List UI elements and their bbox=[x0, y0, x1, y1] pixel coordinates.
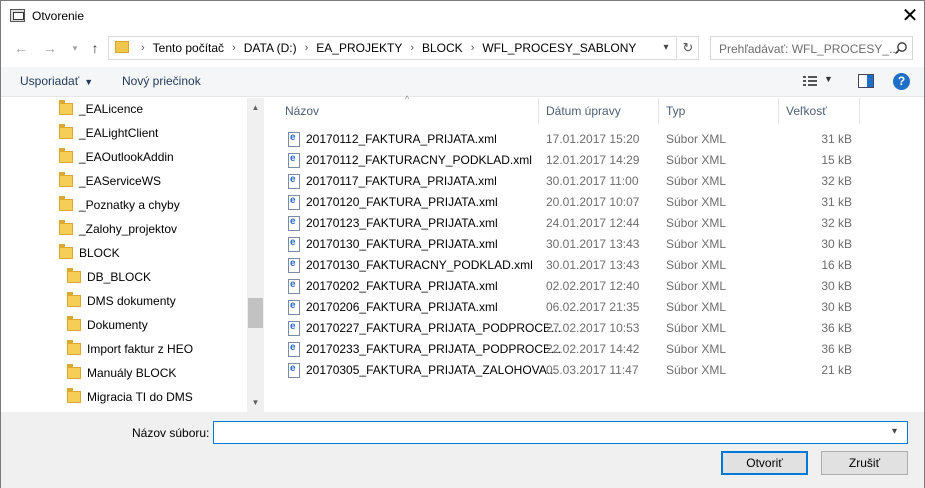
breadcrumb-item[interactable]: BLOCK bbox=[422, 41, 463, 55]
folder-icon bbox=[59, 196, 73, 211]
dialog-window-icon bbox=[10, 9, 25, 22]
xml-file-icon bbox=[288, 195, 300, 210]
xml-file-icon bbox=[288, 174, 300, 189]
xml-file-icon bbox=[288, 363, 300, 378]
tree-item[interactable]: _EALicence bbox=[59, 98, 143, 120]
breadcrumb-item[interactable]: Tento počítač bbox=[153, 41, 224, 55]
chevron-down-icon: ▼ bbox=[84, 77, 94, 87]
tree-item[interactable]: DMS dokumenty bbox=[67, 290, 176, 312]
column-header-type[interactable]: Typ bbox=[659, 98, 779, 124]
file-row[interactable]: 20170117_FAKTURA_PRIJATA.xml30.01.2017 1… bbox=[281, 171, 861, 192]
xml-file-icon bbox=[288, 153, 300, 168]
recent-locations-chevron-icon[interactable]: ▾ bbox=[66, 39, 84, 57]
scroll-up-icon[interactable]: ▲ bbox=[247, 100, 264, 116]
tree-item[interactable]: _EAOutlookAddin bbox=[59, 146, 174, 168]
cancel-button[interactable]: Zrušiť bbox=[821, 451, 908, 475]
xml-file-icon bbox=[288, 216, 300, 231]
window-title: Otvorenie bbox=[32, 9, 85, 23]
folder-icon bbox=[67, 268, 81, 283]
folder-icon bbox=[67, 388, 81, 403]
filename-dropdown-icon[interactable]: ▾ bbox=[892, 426, 897, 437]
breadcrumb-item[interactable]: WFL_PROCESY_SABLONY bbox=[482, 41, 636, 55]
close-icon[interactable]: ✕ bbox=[900, 5, 920, 27]
search-icon[interactable] bbox=[894, 41, 908, 55]
view-options-icon[interactable] bbox=[802, 74, 818, 88]
column-header-date[interactable]: Dátum úpravy bbox=[539, 98, 659, 124]
xml-file-icon bbox=[288, 342, 300, 357]
tree-item[interactable]: _Zalohy_projektov bbox=[59, 218, 177, 240]
search-box[interactable]: Prehľadávať: WFL_PROCESY_... bbox=[710, 36, 913, 60]
file-row[interactable]: 20170233_FAKTURA_PRIJATA_PODPROCE...22.0… bbox=[281, 339, 861, 360]
column-header-size[interactable]: Veľkosť bbox=[779, 98, 860, 124]
breadcrumb: › Tento počítač › DATA (D:) › EA_PROJEKT… bbox=[141, 41, 637, 55]
tree-item[interactable]: _Poznatky a chyby bbox=[59, 194, 180, 216]
xml-file-icon bbox=[288, 237, 300, 252]
folder-icon bbox=[67, 292, 81, 307]
file-row[interactable]: 20170130_FAKTURA_PRIJATA.xml30.01.2017 1… bbox=[281, 234, 861, 255]
new-folder-button[interactable]: Nový priečinok bbox=[122, 74, 201, 88]
open-button[interactable]: Otvoriť bbox=[721, 451, 808, 475]
breadcrumb-item[interactable]: DATA (D:) bbox=[244, 41, 297, 55]
xml-file-icon bbox=[288, 321, 300, 336]
search-input[interactable]: Prehľadávať: WFL_PROCESY_... bbox=[719, 42, 899, 56]
back-arrow-icon[interactable]: ← bbox=[12, 39, 30, 57]
column-header-name[interactable]: Názov bbox=[278, 98, 539, 124]
folder-icon bbox=[115, 41, 129, 53]
title-bar: Otvorenie ✕ bbox=[1, 1, 924, 32]
file-row[interactable]: 20170130_FAKTURACNY_PODKLAD.xml30.01.201… bbox=[281, 255, 861, 276]
folder-icon bbox=[59, 244, 73, 259]
open-dialog: Otvorenie ✕ ← → ▾ ↑ › Tento počítač › DA… bbox=[0, 0, 925, 488]
tree-item[interactable]: _EALightClient bbox=[59, 122, 158, 144]
file-row[interactable]: 20170112_FAKTURACNY_PODKLAD.xml12.01.201… bbox=[281, 150, 861, 171]
file-list-header: Názov Dátum úpravy Typ Veľkosť bbox=[278, 98, 860, 124]
organize-button[interactable]: Usporiadať ▼ bbox=[20, 74, 93, 88]
file-row[interactable]: 20170227_FAKTURA_PRIJATA_PODPROCE...27.0… bbox=[281, 318, 861, 339]
file-row[interactable]: 20170202_FAKTURA_PRIJATA.xml02.02.2017 1… bbox=[281, 276, 861, 297]
file-row[interactable]: 20170120_FAKTURA_PRIJATA.xml20.01.2017 1… bbox=[281, 192, 861, 213]
help-icon[interactable]: ? bbox=[893, 73, 910, 90]
folder-icon bbox=[67, 340, 81, 355]
address-dropdown-icon[interactable]: ▾ bbox=[659, 40, 673, 56]
file-row[interactable]: 20170123_FAKTURA_PRIJATA.xml24.01.2017 1… bbox=[281, 213, 861, 234]
xml-file-icon bbox=[288, 300, 300, 315]
navigation-pane: _EALicence _EALightClient _EAOutlookAddi… bbox=[1, 98, 247, 410]
tree-item[interactable]: Manuály BLOCK bbox=[67, 362, 176, 384]
tree-item[interactable]: Import faktur z HEO bbox=[67, 338, 193, 360]
scrollbar-thumb[interactable] bbox=[248, 298, 263, 328]
command-bar: Usporiadať ▼ Nový priečinok bbox=[1, 67, 924, 97]
xml-file-icon bbox=[288, 279, 300, 294]
scroll-down-icon[interactable]: ▼ bbox=[247, 395, 264, 411]
folder-icon bbox=[59, 172, 73, 187]
tree-item[interactable]: Dokumenty bbox=[67, 314, 148, 336]
xml-file-icon bbox=[288, 132, 300, 147]
folder-icon bbox=[59, 148, 73, 163]
folder-icon bbox=[59, 100, 73, 115]
refresh-icon[interactable]: ↻ bbox=[678, 36, 699, 60]
address-bar[interactable]: › Tento počítač › DATA (D:) › EA_PROJEKT… bbox=[108, 36, 677, 60]
view-dropdown-icon[interactable]: ▼ bbox=[824, 74, 833, 84]
xml-file-icon bbox=[288, 258, 300, 273]
tree-item[interactable]: _EAServiceWS bbox=[59, 170, 161, 192]
folder-icon bbox=[59, 124, 73, 139]
folder-icon bbox=[67, 364, 81, 379]
tree-item[interactable]: DB_BLOCK bbox=[67, 266, 151, 288]
filename-label: Názov súboru: bbox=[132, 426, 210, 440]
breadcrumb-item[interactable]: EA_PROJEKTY bbox=[316, 41, 402, 55]
tree-item[interactable]: BLOCK bbox=[59, 242, 120, 264]
preview-pane-icon[interactable] bbox=[858, 74, 874, 88]
forward-arrow-icon[interactable]: → bbox=[41, 39, 59, 57]
folder-icon bbox=[67, 316, 81, 331]
file-row[interactable]: 20170206_FAKTURA_PRIJATA.xml06.02.2017 2… bbox=[281, 297, 861, 318]
up-arrow-icon[interactable]: ↑ bbox=[86, 39, 104, 57]
filename-input[interactable] bbox=[213, 421, 908, 444]
file-row[interactable]: 20170305_FAKTURA_PRIJATA_ZALOHOVA...05.0… bbox=[281, 360, 861, 381]
file-row[interactable]: 20170112_FAKTURA_PRIJATA.xml17.01.2017 1… bbox=[281, 129, 861, 150]
tree-item[interactable]: Migracia TI do DMS bbox=[67, 386, 193, 408]
tree-scrollbar[interactable]: ▲ ▼ bbox=[247, 98, 264, 412]
folder-icon bbox=[59, 220, 73, 235]
